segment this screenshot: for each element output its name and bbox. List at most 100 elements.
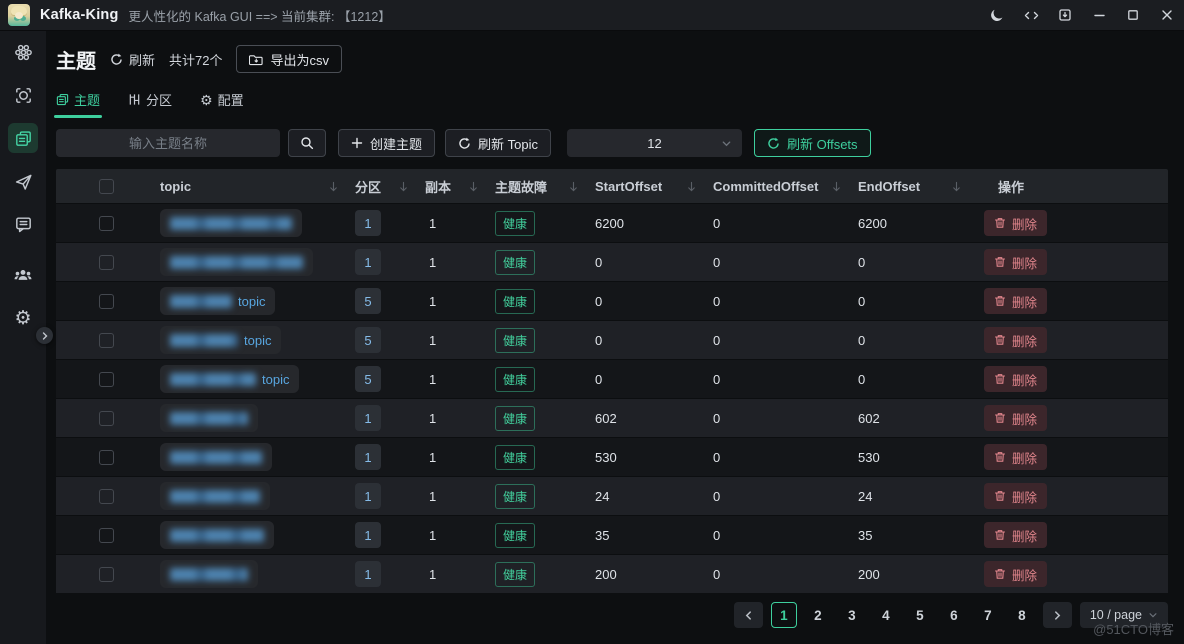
delete-topic-button[interactable]: 删除 — [984, 327, 1048, 353]
tab-topics[interactable]: 主题 — [53, 90, 103, 118]
sort-arrow-icon[interactable] — [568, 181, 579, 192]
topic-name-cell[interactable] — [160, 482, 270, 510]
column-start-offset[interactable]: StartOffset — [591, 179, 709, 194]
minimize-button[interactable] — [1082, 0, 1116, 30]
trash-icon — [994, 452, 1006, 462]
sidebar-item-monitor[interactable] — [8, 80, 38, 110]
row-checkbox[interactable] — [98, 449, 114, 465]
topic-name-cell[interactable] — [160, 248, 313, 276]
tab-config[interactable]: ⚙ 配置 — [200, 90, 244, 118]
topic-name-cell[interactable]: topic — [160, 365, 300, 393]
delete-topic-button[interactable]: 删除 — [984, 444, 1048, 470]
page-button[interactable]: 6 — [941, 602, 967, 628]
sidebar-item-topics[interactable] — [8, 123, 38, 153]
tab-partitions[interactable]: 分区 — [128, 90, 172, 118]
replica-count: 1 — [429, 293, 437, 309]
page-button[interactable]: 7 — [975, 602, 1001, 628]
sort-arrow-icon[interactable] — [328, 181, 339, 192]
devtools-icon[interactable] — [1014, 0, 1048, 30]
export-csv-button[interactable]: 导出为csv — [236, 45, 342, 73]
sidebar-expand-handle[interactable] — [36, 327, 53, 344]
topic-name-cell[interactable] — [160, 443, 272, 471]
trash-icon — [994, 530, 1006, 540]
partition-count-badge: 1 — [355, 444, 381, 470]
delete-topic-button[interactable]: 删除 — [984, 561, 1048, 587]
committed-offset: 0 — [713, 293, 721, 309]
sidebar-item-cluster[interactable] — [8, 37, 38, 67]
page-button[interactable]: 8 — [1009, 602, 1035, 628]
select-all-checkbox[interactable] — [98, 178, 114, 194]
replica-count: 1 — [429, 371, 437, 387]
topic-link-suffix[interactable]: topic — [244, 333, 271, 348]
prev-page-button[interactable] — [733, 602, 763, 628]
row-checkbox[interactable] — [98, 332, 114, 348]
delete-topic-button[interactable]: 删除 — [984, 483, 1048, 509]
sort-arrow-icon[interactable] — [468, 181, 479, 192]
search-input[interactable] — [56, 129, 280, 157]
sort-arrow-icon[interactable] — [831, 181, 842, 192]
delete-topic-button[interactable]: 删除 — [984, 366, 1048, 392]
topic-name-cell[interactable] — [160, 209, 302, 237]
committed-offset: 0 — [713, 371, 721, 387]
replica-count: 1 — [429, 449, 437, 465]
start-offset: 0 — [595, 254, 603, 270]
maximize-button[interactable] — [1116, 0, 1150, 30]
create-topic-button[interactable]: 创建主题 — [338, 129, 436, 157]
sort-arrow-icon[interactable] — [686, 181, 697, 192]
sort-arrow-icon[interactable] — [398, 181, 409, 192]
row-checkbox[interactable] — [98, 293, 114, 309]
app-window: Kafka-King 更人性化的 Kafka GUI ==> 当前集群: 【12… — [0, 0, 1184, 644]
window-controls — [980, 0, 1184, 30]
column-committed-offset[interactable]: CommittedOffset — [709, 179, 854, 194]
row-checkbox[interactable] — [98, 410, 114, 426]
page-button[interactable]: 3 — [839, 602, 865, 628]
replica-count: 1 — [429, 215, 437, 231]
sidebar-item-settings[interactable]: ⚙ — [8, 303, 38, 333]
page-button[interactable]: 4 — [873, 602, 899, 628]
theme-toggle-moon-icon[interactable] — [980, 0, 1014, 30]
page-size-select[interactable]: 12 — [566, 129, 742, 157]
refresh-topics-button[interactable]: 刷新 — [110, 50, 155, 69]
row-checkbox[interactable] — [98, 488, 114, 504]
delete-topic-button[interactable]: 删除 — [984, 249, 1048, 275]
install-icon[interactable] — [1048, 0, 1082, 30]
redacted-topic-blur — [170, 333, 238, 347]
row-checkbox[interactable] — [98, 527, 114, 543]
close-button[interactable] — [1150, 0, 1184, 30]
page-button[interactable]: 1 — [770, 602, 797, 628]
column-topic[interactable]: topic — [156, 179, 351, 194]
next-page-button[interactable] — [1042, 602, 1072, 628]
topic-name-cell[interactable]: topic — [160, 287, 276, 315]
topic-name-cell[interactable] — [160, 404, 258, 432]
sidebar-item-consumer[interactable] — [8, 209, 38, 239]
sidebar-item-producer[interactable] — [8, 166, 38, 196]
row-checkbox[interactable] — [98, 566, 114, 582]
column-partitions[interactable]: 分区 — [351, 177, 421, 196]
delete-topic-button[interactable]: 删除 — [984, 288, 1048, 314]
sort-arrow-icon[interactable] — [951, 181, 962, 192]
topic-name-cell[interactable] — [160, 521, 274, 549]
delete-topic-button[interactable]: 删除 — [984, 210, 1048, 236]
topic-link-suffix[interactable]: topic — [238, 294, 265, 309]
column-end-offset[interactable]: EndOffset — [854, 179, 974, 194]
refresh-offsets-button[interactable]: 刷新 Offsets — [753, 129, 871, 157]
sidebar-item-groups[interactable] — [8, 260, 38, 290]
column-replicas[interactable]: 副本 — [421, 177, 491, 196]
topic-name-cell[interactable] — [160, 560, 258, 588]
topic-name-cell[interactable]: topic — [160, 326, 282, 354]
delete-topic-button[interactable]: 删除 — [984, 405, 1048, 431]
column-health[interactable]: 主题故障 — [491, 177, 591, 196]
topics-table: topic 分区 副本 主题故障 StartOffset CommittedOf… — [56, 169, 1168, 593]
row-checkbox[interactable] — [98, 254, 114, 270]
health-badge: 健康 — [495, 561, 536, 587]
search-button[interactable] — [288, 129, 326, 157]
refresh-topic-button[interactable]: 刷新 Topic — [445, 129, 551, 157]
delete-topic-button[interactable]: 删除 — [984, 522, 1048, 548]
redacted-topic-blur — [170, 567, 248, 581]
page-button[interactable]: 2 — [805, 602, 831, 628]
row-checkbox[interactable] — [98, 371, 114, 387]
topic-link-suffix[interactable]: topic — [262, 372, 289, 387]
row-checkbox[interactable] — [98, 215, 114, 231]
committed-offset: 0 — [713, 566, 721, 582]
page-button[interactable]: 5 — [907, 602, 933, 628]
